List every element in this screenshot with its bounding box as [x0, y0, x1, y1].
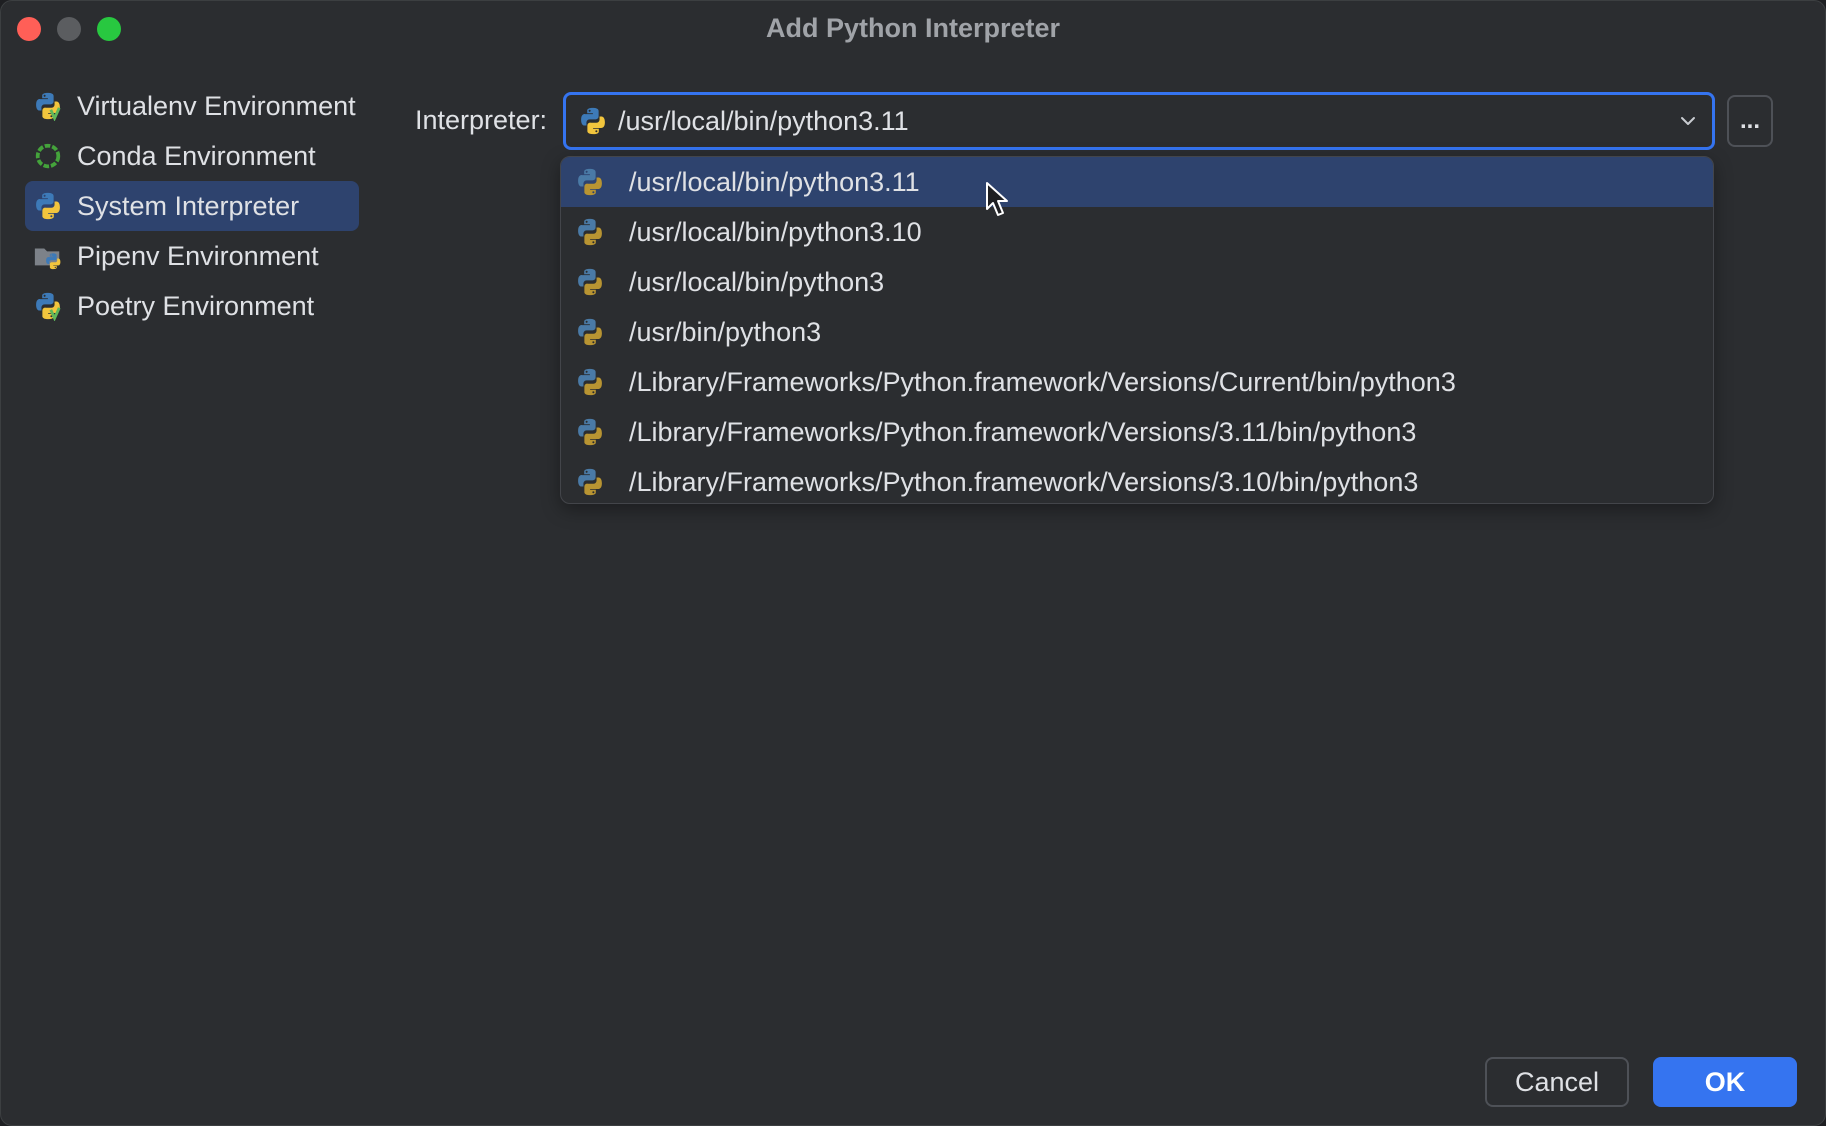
python-icon: [575, 267, 605, 297]
dropdown-option-label: /Library/Frameworks/Python.framework/Ver…: [629, 467, 1418, 498]
poetry-icon: [33, 291, 63, 321]
dropdown-option-label: /usr/local/bin/python3.10: [629, 217, 922, 248]
sidebar-item-label: System Interpreter: [77, 191, 299, 222]
dropdown-option-label: /usr/local/bin/python3: [629, 267, 884, 298]
dropdown-option-label: /Library/Frameworks/Python.framework/Ver…: [629, 367, 1456, 398]
dropdown-option-label: /usr/bin/python3: [629, 317, 821, 348]
virtualenv-icon: [33, 91, 63, 121]
sidebar-item-conda[interactable]: Conda Environment: [25, 131, 365, 181]
cancel-button[interactable]: Cancel: [1485, 1057, 1629, 1107]
dropdown-option[interactable]: /Library/Frameworks/Python.framework/Ver…: [561, 357, 1713, 407]
ok-button[interactable]: OK: [1653, 1057, 1797, 1107]
add-python-interpreter-dialog: Add Python Interpreter Virtualenv Enviro…: [0, 0, 1826, 1126]
dropdown-option[interactable]: /usr/local/bin/python3: [561, 257, 1713, 307]
dropdown-option[interactable]: /usr/local/bin/python3.10: [561, 207, 1713, 257]
sidebar-item-poetry[interactable]: Poetry Environment: [25, 281, 365, 331]
title-bar: Add Python Interpreter: [1, 1, 1825, 57]
interpreter-label: Interpreter:: [415, 105, 547, 136]
dropdown-option-label: /Library/Frameworks/Python.framework/Ver…: [629, 417, 1416, 448]
browse-interpreter-button[interactable]: ...: [1727, 95, 1773, 147]
pipenv-icon: [33, 241, 63, 271]
mouse-pointer-icon: [985, 181, 1011, 219]
dropdown-option[interactable]: /Library/Frameworks/Python.framework/Ver…: [561, 407, 1713, 457]
python-icon: [575, 367, 605, 397]
python-icon: [575, 167, 605, 197]
python-icon: [575, 317, 605, 347]
dropdown-option-label: /usr/local/bin/python3.11: [629, 167, 920, 198]
sidebar-item-label: Pipenv Environment: [77, 241, 319, 272]
chevron-down-icon[interactable]: [1678, 111, 1698, 131]
environment-type-list: Virtualenv Environment Conda Environment…: [25, 81, 365, 331]
python-icon: [33, 191, 63, 221]
python-icon: [575, 467, 605, 497]
sidebar-item-label: Conda Environment: [77, 141, 316, 172]
python-icon: [575, 417, 605, 447]
sidebar-item-label: Poetry Environment: [77, 291, 314, 322]
window-title: Add Python Interpreter: [1, 13, 1825, 44]
dropdown-option[interactable]: /Library/Frameworks/Python.framework/Ver…: [561, 457, 1713, 504]
dropdown-option[interactable]: /usr/local/bin/python3.11: [561, 157, 1713, 207]
dropdown-option[interactable]: /usr/bin/python3: [561, 307, 1713, 357]
conda-icon: [33, 141, 63, 171]
interpreter-selected-value: /usr/local/bin/python3.11: [618, 106, 909, 137]
sidebar-item-label: Virtualenv Environment: [77, 91, 356, 122]
sidebar-item-system-interpreter[interactable]: System Interpreter: [25, 181, 359, 231]
python-icon: [578, 106, 608, 136]
sidebar-item-pipenv[interactable]: Pipenv Environment: [25, 231, 365, 281]
interpreter-dropdown-list: /usr/local/bin/python3.11 /usr/local/bin…: [560, 156, 1714, 504]
python-icon: [575, 217, 605, 247]
interpreter-combobox[interactable]: /usr/local/bin/python3.11: [563, 92, 1715, 150]
sidebar-item-virtualenv[interactable]: Virtualenv Environment: [25, 81, 365, 131]
